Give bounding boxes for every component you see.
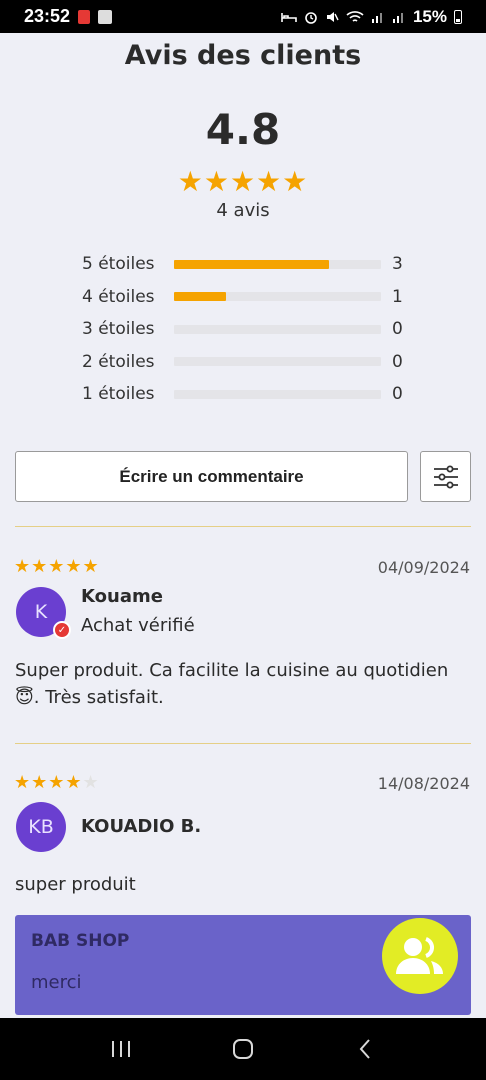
signal-icon	[392, 13, 403, 23]
distribution-count: 3	[392, 254, 403, 275]
reply-shop-name: BAB SHOP	[31, 931, 130, 951]
review-count: 4 avis	[216, 200, 270, 221]
distribution-label: 1 étoiles	[82, 384, 155, 405]
avatar-initials: K	[34, 601, 48, 623]
stars-empty: ★	[82, 772, 100, 793]
reply-text: merci	[31, 972, 82, 993]
stars-filled: ★★★★★	[14, 556, 100, 577]
review-text: Super produit. Ca facilite la cuisine au…	[15, 660, 449, 708]
reviewer-name: Kouame	[81, 586, 163, 607]
distribution-label: 2 étoiles	[82, 351, 155, 372]
distribution-label: 3 étoiles	[82, 319, 155, 340]
avatar: KB	[16, 802, 66, 852]
review-date: 04/09/2024	[377, 558, 470, 577]
distribution-count: 0	[392, 351, 403, 372]
recent-apps-button[interactable]	[101, 1029, 141, 1069]
verified-purchase-label: Achat vérifié	[81, 615, 195, 636]
chat-fab-button[interactable]	[382, 918, 458, 994]
review-stars: ★★★★★	[14, 772, 100, 793]
document-icon	[98, 9, 113, 24]
community-chat-icon	[396, 937, 443, 974]
distribution-row-2[interactable]: 2 étoiles 0	[82, 346, 412, 379]
average-rating: 4.8	[205, 105, 281, 154]
notification-red-icon	[78, 9, 91, 24]
distribution-row-4[interactable]: 4 étoiles 1	[82, 281, 412, 314]
home-icon	[233, 1039, 253, 1059]
distribution-count: 1	[392, 286, 403, 307]
battery-icon	[454, 9, 462, 24]
distribution-bar-fill	[174, 292, 226, 302]
distribution-count: 0	[392, 384, 403, 405]
wifi-icon	[346, 10, 364, 22]
distribution-row-5[interactable]: 5 étoiles 3	[82, 248, 412, 281]
system-nav-bar	[0, 1018, 486, 1080]
distribution-bar-fill	[174, 259, 330, 269]
review-text: super produit	[15, 874, 136, 895]
filter-button[interactable]	[420, 451, 471, 502]
distribution-bar-track	[174, 292, 381, 302]
page-title: Avis des clients	[124, 40, 362, 71]
distribution-bar-track	[174, 389, 381, 399]
divider	[15, 743, 471, 744]
distribution-row-1[interactable]: 1 étoiles 0	[82, 378, 412, 411]
verified-badge-icon: ✓	[53, 621, 71, 639]
review-date: 14/08/2024	[377, 774, 470, 793]
distribution-bar-track	[174, 259, 381, 269]
reviewer-name: KOUADIO B.	[81, 816, 202, 837]
write-review-button[interactable]: Écrire un commentaire	[15, 451, 408, 502]
status-bar: 23:52 15%	[0, 0, 486, 33]
average-stars: ★★★★★	[177, 165, 309, 198]
recent-apps-icon	[112, 1041, 130, 1057]
rating-distribution: 5 étoiles 3 4 étoiles 1 3 étoiles 0 2 ét…	[82, 248, 412, 411]
bed-icon	[281, 12, 297, 22]
distribution-count: 0	[392, 319, 403, 340]
sliders-icon	[433, 465, 458, 488]
distribution-label: 5 étoiles	[82, 254, 155, 275]
avatar: K ✓	[16, 587, 71, 639]
distribution-row-3[interactable]: 3 étoiles 0	[82, 313, 412, 346]
battery-percent: 15%	[412, 6, 447, 26]
signal-icon	[371, 13, 382, 23]
back-button[interactable]	[345, 1029, 385, 1069]
alarm-icon	[305, 11, 317, 24]
avatar-initials: KB	[28, 816, 54, 838]
divider	[15, 526, 471, 527]
home-button[interactable]	[223, 1029, 263, 1069]
back-icon	[359, 1039, 370, 1059]
distribution-bar-track	[174, 357, 381, 367]
distribution-label: 4 étoiles	[82, 286, 155, 307]
distribution-bar-track	[174, 324, 381, 334]
mute-icon	[326, 11, 339, 22]
status-time: 23:52	[24, 6, 71, 26]
stars-filled: ★★★★	[14, 772, 83, 793]
review-stars: ★★★★★	[14, 556, 100, 577]
